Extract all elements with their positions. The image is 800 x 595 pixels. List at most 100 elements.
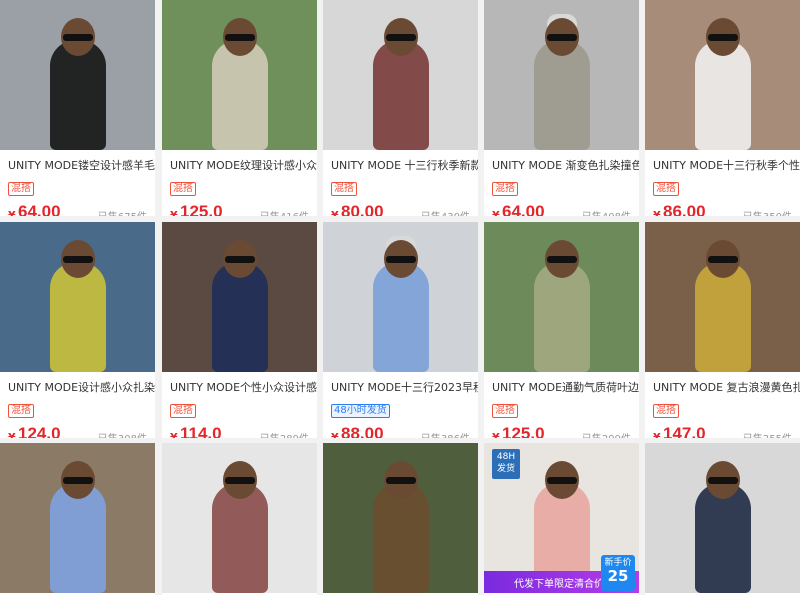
sunglasses-shape	[385, 256, 416, 263]
product-title[interactable]: UNITY MODE 渐变色扎染撞色...	[484, 150, 639, 176]
sold-count: 已售430件	[421, 208, 470, 216]
sold-count: 已售408件	[582, 208, 631, 216]
product-card[interactable]	[162, 443, 317, 595]
currency-symbol: ¥	[331, 209, 339, 216]
product-image[interactable]	[645, 443, 800, 593]
product-grid: UNITY MODE镂空设计感羊毛...混搭¥64.00已售675件UNITY …	[0, 0, 800, 595]
mix-badge: 混搭	[170, 404, 196, 418]
sunglasses-shape	[62, 34, 93, 41]
model-figure	[694, 483, 751, 593]
product-price: 86.00	[663, 202, 706, 216]
tag48-line1: 48H	[496, 452, 516, 462]
product-title[interactable]: UNITY MODE 十三行秋季新款...	[323, 150, 478, 176]
product-image[interactable]	[484, 0, 639, 150]
product-image[interactable]	[323, 0, 478, 150]
product-price: 114.0	[180, 424, 222, 438]
shipping-badge: 48小时发货	[331, 404, 390, 418]
model-figure	[211, 40, 268, 150]
currency-symbol: ¥	[170, 209, 178, 216]
product-image[interactable]: 48H 发货 代发下单限定清合价￥ 新手价 25	[484, 443, 639, 593]
product-card[interactable]: 48H 发货 代发下单限定清合价￥ 新手价 25	[484, 443, 639, 595]
product-image[interactable]	[0, 443, 155, 593]
product-card[interactable]: UNITY MODE通勤气质荷叶边... 混搭 ¥125.0 已售299件	[484, 222, 639, 438]
mix-badge: 混搭	[8, 404, 34, 418]
currency-symbol: ¥	[653, 209, 661, 216]
mix-badge: 混搭	[653, 404, 679, 418]
sunglasses-shape	[224, 34, 255, 41]
currency-symbol: ¥	[8, 431, 16, 438]
product-image[interactable]	[0, 222, 155, 372]
product-price: 64.00	[18, 202, 61, 216]
product-card[interactable]: UNITY MODE 渐变色扎染撞色... 混搭 ¥64.00 已售408件	[484, 0, 639, 216]
sold-count: 已售289件	[260, 430, 309, 438]
product-price: 147.0	[663, 424, 706, 438]
product-card[interactable]	[323, 443, 478, 595]
product-card[interactable]: UNITY MODE纹理设计感小众... 混搭 ¥125.0 已售416件	[162, 0, 317, 216]
product-title[interactable]: UNITY MODE设计感小众扎染...	[0, 372, 155, 398]
sold-count: 已售386件	[421, 430, 470, 438]
product-card[interactable]: UNITY MODE 十三行秋季新款... 混搭 ¥80.00 已售430件	[323, 0, 478, 216]
model-figure	[211, 483, 268, 593]
sunglasses-shape	[62, 477, 93, 484]
product-card[interactable]	[0, 443, 155, 595]
product-title[interactable]: UNITY MODE镂空设计感羊毛...	[0, 150, 155, 176]
currency-symbol: ¥	[653, 431, 661, 438]
product-image[interactable]	[323, 222, 478, 372]
currency-symbol: ¥	[170, 431, 178, 438]
product-title[interactable]: UNITY MODE通勤气质荷叶边...	[484, 372, 639, 398]
product-price: 80.00	[341, 202, 384, 216]
product-image[interactable]	[645, 222, 800, 372]
product-card[interactable]: UNITY MODE十三行秋季个性... 混搭 ¥86.00 已售350件	[645, 0, 800, 216]
model-figure	[694, 40, 751, 150]
product-price: 124.0	[18, 424, 61, 438]
sold-count: 已售299件	[582, 430, 631, 438]
product-card[interactable]	[645, 443, 800, 595]
product-price: 64.00	[502, 202, 545, 216]
sunglasses-shape	[707, 256, 738, 263]
sunglasses-shape	[62, 256, 93, 263]
sold-count: 已售255件	[743, 430, 792, 438]
model-figure	[49, 40, 106, 150]
product-image[interactable]	[0, 0, 155, 150]
product-image[interactable]	[484, 222, 639, 372]
sunglasses-shape	[385, 34, 416, 41]
product-price: 125.0	[502, 424, 545, 438]
price-row: ¥147.0 已售255件	[645, 422, 800, 438]
product-title[interactable]: UNITY MODE十三行2023早秋...	[323, 372, 478, 398]
price-row: ¥86.00 已售350件	[645, 200, 800, 216]
product-image[interactable]	[162, 443, 317, 593]
sunglasses-shape	[546, 34, 577, 41]
product-title[interactable]: UNITY MODE十三行秋季个性...	[645, 150, 800, 176]
model-figure	[694, 262, 751, 372]
product-title[interactable]: UNITY MODE纹理设计感小众...	[162, 150, 317, 176]
mix-badge: 混搭	[331, 182, 357, 196]
product-price: 125.0	[180, 202, 223, 216]
product-price: 88.00	[341, 424, 384, 438]
product-image[interactable]	[162, 222, 317, 372]
price-row: ¥80.00 已售430件	[323, 200, 478, 216]
mix-badge: 混搭	[653, 182, 679, 196]
product-image[interactable]	[323, 443, 478, 593]
model-figure	[49, 262, 106, 372]
sunglasses-shape	[224, 477, 255, 484]
currency-symbol: ¥	[492, 431, 500, 438]
mix-badge: 混搭	[492, 404, 518, 418]
product-card[interactable]: UNITY MODE个性小众设计感... 混搭 ¥114.0 已售289件	[162, 222, 317, 438]
mix-badge: 混搭	[170, 182, 196, 196]
price-row: ¥64.00 已售675件	[0, 200, 155, 216]
product-title[interactable]: UNITY MODE个性小众设计感...	[162, 372, 317, 398]
model-figure	[372, 483, 429, 593]
mix-badge: 混搭	[492, 182, 518, 196]
newbie-price-box: 新手价 25	[601, 555, 635, 591]
model-figure	[533, 40, 590, 150]
product-card[interactable]: UNITY MODE镂空设计感羊毛... 混搭 ¥64.00 已售675件	[0, 0, 155, 216]
product-image[interactable]	[162, 0, 317, 150]
product-image[interactable]	[645, 0, 800, 150]
product-card[interactable]: UNITY MODE 复古浪漫黄色扎... 混搭 ¥147.0 已售255件	[645, 222, 800, 438]
product-card[interactable]: UNITY MODE设计感小众扎染... 混搭 ¥124.0 已售308件	[0, 222, 155, 438]
sold-count: 已售308件	[98, 430, 147, 438]
model-figure	[49, 483, 106, 593]
product-title[interactable]: UNITY MODE 复古浪漫黄色扎...	[645, 372, 800, 398]
product-card[interactable]: UNITY MODE十三行2023早秋... 48小时发货 ¥88.00 已售386件	[323, 222, 478, 438]
promo-text: 代发下单限定清合价￥	[514, 579, 614, 590]
